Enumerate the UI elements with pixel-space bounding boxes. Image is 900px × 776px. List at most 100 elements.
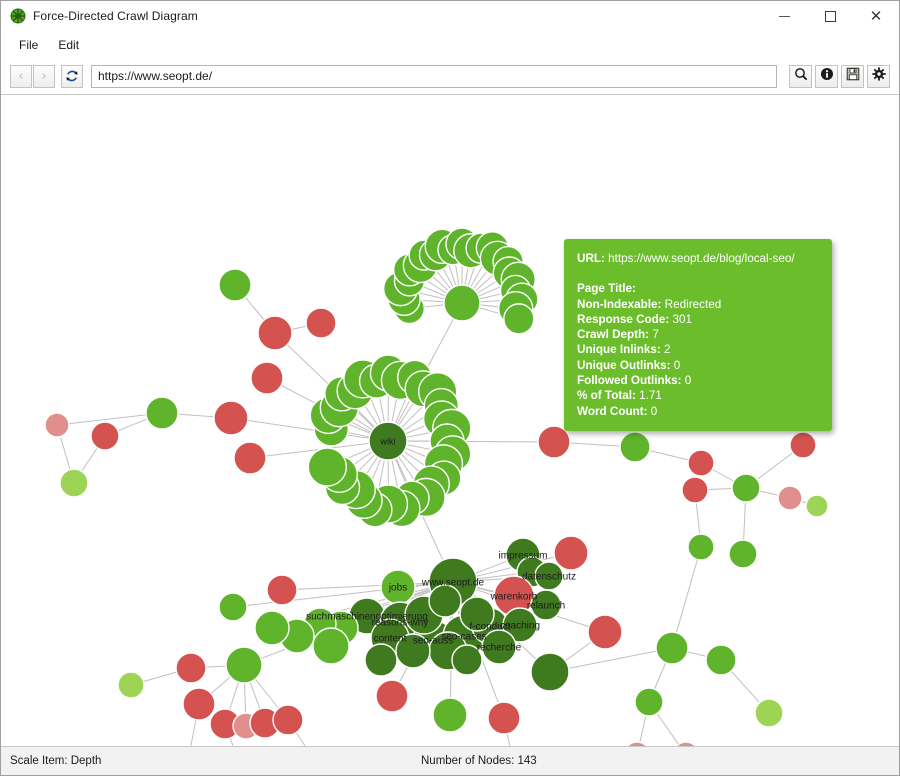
- graph-node[interactable]: [754, 698, 784, 728]
- graph-node-label: recherche: [477, 643, 522, 654]
- graph-node[interactable]: [312, 627, 350, 665]
- graph-node[interactable]: [272, 704, 304, 736]
- graph-node[interactable]: [432, 697, 468, 733]
- window-controls: ✕: [761, 1, 899, 31]
- graph-node[interactable]: [731, 473, 761, 503]
- graph-node[interactable]: [364, 643, 398, 677]
- maximize-icon: [824, 10, 836, 22]
- menu-bar: File Edit: [1, 31, 899, 58]
- tooltip-row-label: Crawl Depth:: [577, 328, 650, 342]
- back-button[interactable]: ‹: [10, 64, 32, 88]
- graph-node[interactable]: [705, 644, 737, 676]
- graph-edge: [387, 440, 555, 443]
- graph-node[interactable]: [59, 468, 89, 498]
- refresh-button[interactable]: [61, 64, 83, 88]
- graph-node[interactable]: [503, 303, 535, 335]
- graph-node[interactable]: [90, 421, 120, 451]
- settings-button[interactable]: [867, 64, 890, 88]
- graph-node[interactable]: [218, 268, 252, 302]
- tooltip-url-value: https://www.seopt.de/blog/local-seo/: [608, 252, 795, 265]
- graph-node[interactable]: [619, 431, 651, 463]
- graph-node-label: jobs: [388, 583, 407, 594]
- forward-button[interactable]: ›: [33, 64, 55, 88]
- graph-node[interactable]: [805, 494, 829, 518]
- tooltip-url-label: URL:: [577, 252, 605, 265]
- tooltip-spacer: [577, 266, 818, 281]
- graph-node[interactable]: [213, 400, 249, 436]
- graph-node[interactable]: [145, 396, 179, 430]
- graph-node-label: www.seopt.de: [421, 578, 485, 589]
- graph-node-label: coaching: [500, 621, 540, 632]
- graph-node[interactable]: [182, 687, 216, 721]
- graph-node[interactable]: [655, 631, 689, 665]
- toolbar-buttons: [786, 64, 890, 88]
- graph-node[interactable]: [225, 646, 263, 684]
- tooltip-row-label: % of Total:: [577, 389, 636, 403]
- graph-node[interactable]: [428, 584, 462, 618]
- tooltip-row-label: Non-Indexable:: [577, 297, 662, 311]
- graph-node[interactable]: [487, 701, 521, 735]
- graph-node-label: reasons-why: [372, 618, 429, 629]
- menu-file[interactable]: File: [10, 35, 47, 55]
- tooltip-row-value: 1.71: [635, 389, 662, 403]
- graph-node[interactable]: [728, 539, 758, 569]
- status-bar: Scale Item: Depth Number of Nodes: 143: [1, 746, 899, 775]
- graph-node[interactable]: [681, 476, 709, 504]
- tooltip-row: Crawl Depth: 7: [577, 327, 818, 342]
- graph-node[interactable]: [307, 447, 348, 487]
- graph-node[interactable]: [375, 679, 409, 713]
- graph-canvas[interactable]: wiki www.seopt.de jobs impressum warenkorb su…: [1, 95, 899, 746]
- graph-node[interactable]: [777, 485, 803, 511]
- maximize-button[interactable]: [807, 1, 853, 31]
- status-node-count: Number of Nodes: 143: [421, 755, 537, 767]
- tooltip-row: Word Count: 0: [577, 404, 818, 419]
- menu-edit[interactable]: Edit: [49, 35, 88, 55]
- info-button[interactable]: [815, 64, 838, 88]
- graph-node[interactable]: [117, 671, 145, 699]
- graph-node[interactable]: [530, 652, 570, 692]
- tooltip-row-label: Unique Inlinks:: [577, 343, 661, 357]
- close-button[interactable]: ✕: [853, 1, 899, 31]
- tooltip-row: Unique Inlinks: 2: [577, 342, 818, 357]
- tooltip-url-row: URL: https://www.seopt.de/blog/local-seo…: [577, 251, 818, 266]
- tooltip-row: Unique Outlinks: 0: [577, 358, 818, 373]
- graph-edge: [230, 417, 389, 442]
- tooltip-row-value: 2: [660, 343, 671, 357]
- graph-node[interactable]: [266, 574, 298, 606]
- graph-node[interactable]: [175, 652, 207, 684]
- close-icon: ✕: [869, 6, 883, 25]
- graph-node[interactable]: [587, 614, 623, 650]
- tooltip-row: Page Title:: [577, 281, 818, 296]
- save-icon: [846, 67, 860, 86]
- tooltip-row-value: 7: [649, 328, 659, 342]
- toolbar: ‹ ›: [1, 58, 899, 95]
- minimize-button[interactable]: [761, 1, 807, 31]
- tooltip-row: Followed Outlinks: 0: [577, 373, 818, 388]
- graph-node[interactable]: [443, 284, 481, 322]
- graph-node[interactable]: [687, 533, 715, 561]
- graph-node[interactable]: [553, 535, 589, 571]
- graph-node-label: content: [374, 634, 407, 645]
- graph-node[interactable]: [254, 610, 290, 646]
- graph-node[interactable]: [257, 315, 293, 351]
- search-icon: [794, 67, 808, 86]
- tooltip-row: Non-Indexable: Redirected: [577, 297, 818, 312]
- address-input[interactable]: [91, 64, 777, 88]
- tooltip-row-value: 0: [670, 358, 681, 372]
- graph-node[interactable]: [233, 441, 267, 475]
- graph-node-label: datenschutz: [522, 572, 576, 583]
- graph-node[interactable]: [44, 412, 70, 438]
- graph-node[interactable]: [634, 687, 664, 717]
- search-button[interactable]: [789, 64, 812, 88]
- title-bar: Force-Directed Crawl Diagram ✕: [1, 1, 899, 31]
- graph-node[interactable]: [218, 592, 248, 622]
- graph-node[interactable]: [687, 449, 715, 477]
- graph-node-label: seo-cases: [441, 632, 487, 643]
- tooltip-row-value: 0: [681, 374, 692, 388]
- graph-node[interactable]: [305, 307, 337, 339]
- graph-node[interactable]: [250, 361, 284, 395]
- graph-node[interactable]: [789, 431, 817, 459]
- tooltip-row-value: Redirected: [661, 297, 722, 311]
- save-button[interactable]: [841, 64, 864, 88]
- tooltip-row-label: Word Count:: [577, 404, 648, 418]
